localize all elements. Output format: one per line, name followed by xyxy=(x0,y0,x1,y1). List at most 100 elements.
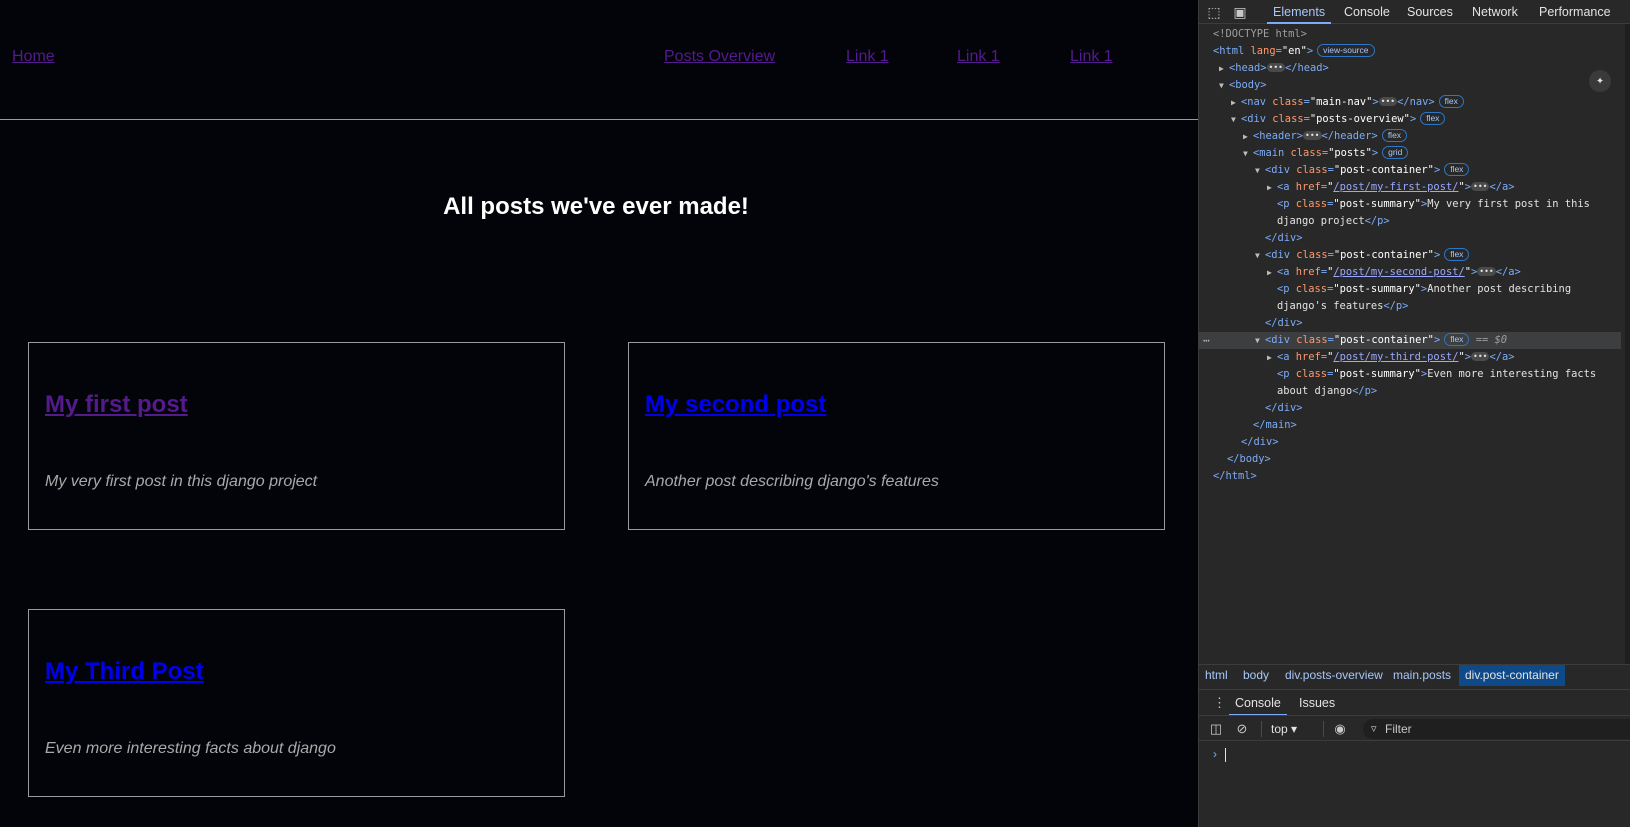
clear-console-icon[interactable]: ⊘ xyxy=(1233,720,1251,738)
breadcrumb-posts-overview[interactable]: div.posts-overview xyxy=(1279,665,1389,686)
dom-node-post-container[interactable]: ▼ <div class="post-container"> flex xyxy=(1199,247,1621,264)
eye-icon[interactable]: ◉ xyxy=(1331,720,1349,738)
expand-triangle-icon[interactable]: ▶ xyxy=(1267,179,1277,196)
attr-value: "posts" xyxy=(1328,147,1372,159)
dom-node-paragraph[interactable]: <p class="post-summary">Another post des… xyxy=(1199,281,1621,298)
drawer-tab-console[interactable]: Console xyxy=(1229,690,1287,716)
dom-text-continuation: about django</p> xyxy=(1199,383,1621,400)
breadcrumb-body[interactable]: body xyxy=(1237,665,1275,686)
ellipsis-badge[interactable]: ••• xyxy=(1303,131,1322,140)
tab-console[interactable]: Console xyxy=(1344,0,1390,24)
dom-node-anchor[interactable]: ▶ <a href="/post/my-first-post/"> ••• </a> xyxy=(1199,179,1621,196)
flex-badge[interactable]: flex xyxy=(1420,112,1446,125)
ellipsis-badge[interactable]: ••• xyxy=(1266,63,1285,72)
breadcrumb-html[interactable]: html xyxy=(1199,665,1234,686)
prompt-chevron-icon: › xyxy=(1213,747,1217,761)
collapse-triangle-icon[interactable]: ▼ xyxy=(1219,77,1229,94)
breadcrumb-main-posts[interactable]: main.posts xyxy=(1387,665,1457,686)
drawer-menu-icon[interactable]: ⋮ xyxy=(1213,690,1226,716)
view-source-badge[interactable]: view-source xyxy=(1317,44,1375,57)
flex-badge[interactable]: flex xyxy=(1444,163,1470,176)
dom-node-anchor[interactable]: ▶ <a href="/post/my-third-post/"> ••• </a> xyxy=(1199,349,1621,366)
nav-link-3[interactable]: Link 1 xyxy=(1070,48,1113,66)
expand-triangle-icon[interactable]: ▶ xyxy=(1267,264,1277,281)
nav-link-home[interactable]: Home xyxy=(12,48,55,66)
tag-p: <p xyxy=(1277,368,1290,380)
dom-node-main-close[interactable]: </main> xyxy=(1199,417,1621,434)
dom-node-paragraph[interactable]: <p class="post-summary">My very first po… xyxy=(1199,196,1621,213)
collapse-triangle-icon[interactable]: ▼ xyxy=(1231,111,1241,128)
dom-node-div-close[interactable]: </div> xyxy=(1199,400,1621,417)
dom-node-anchor[interactable]: ▶ <a href="/post/my-second-post/"> ••• </a> xyxy=(1199,264,1621,281)
filter-input[interactable] xyxy=(1385,719,1615,739)
page-viewport: Home Posts Overview Link 1 Link 1 Link 1… xyxy=(0,0,1198,827)
dom-node-post-container[interactable]: ▼ <div class="post-container"> flex xyxy=(1199,162,1621,179)
attr-name: class xyxy=(1295,198,1328,210)
dom-node-post-container-selected[interactable]: ⋯ ▼ <div class="post-container"> flex == $0 xyxy=(1199,332,1621,349)
flex-badge[interactable]: flex xyxy=(1381,129,1408,142)
drawer-tab-issues[interactable]: Issues xyxy=(1299,690,1335,716)
ellipsis-badge[interactable]: ••• xyxy=(1378,97,1398,106)
dom-node-head[interactable]: ▶ <head> ••• </head> xyxy=(1199,60,1621,77)
attr-value: "post-container" xyxy=(1333,249,1434,261)
href-link[interactable]: /post/my-first-post/ xyxy=(1333,181,1458,193)
attr-name: href xyxy=(1295,351,1321,363)
tag-head: <head> xyxy=(1229,62,1267,74)
tab-sources[interactable]: Sources xyxy=(1407,0,1453,24)
collapse-triangle-icon[interactable]: ▼ xyxy=(1255,247,1265,264)
dom-node-body-close[interactable]: </body> xyxy=(1199,451,1621,468)
dom-node-nav[interactable]: ▶ <nav class="main-nav"> ••• </nav> flex xyxy=(1199,94,1621,111)
post-title-link[interactable]: My first post xyxy=(45,391,188,419)
flex-badge[interactable]: flex xyxy=(1438,95,1464,108)
ellipsis-badge[interactable]: ••• xyxy=(1471,352,1490,361)
dom-node-html[interactable]: <html lang="en"> view-source xyxy=(1199,43,1621,60)
ellipsis-badge[interactable]: ••• xyxy=(1477,267,1496,276)
dom-node-paragraph[interactable]: <p class="post-summary">Even more intere… xyxy=(1199,366,1621,383)
more-options-icon[interactable]: ⋯ xyxy=(1203,332,1210,349)
dom-node-div-close[interactable]: </div> xyxy=(1199,434,1621,451)
context-select[interactable]: top ▾ xyxy=(1271,720,1297,738)
flex-badge[interactable]: flex xyxy=(1444,248,1470,261)
expand-triangle-icon[interactable]: ▶ xyxy=(1219,60,1229,77)
collapse-triangle-icon[interactable]: ▼ xyxy=(1255,332,1265,349)
post-title-link[interactable]: My Third Post xyxy=(45,658,204,686)
grid-badge[interactable]: grid xyxy=(1382,146,1409,159)
href-link[interactable]: /post/my-second-post/ xyxy=(1333,266,1464,278)
nav-link-posts-overview[interactable]: Posts Overview xyxy=(664,48,775,66)
tab-network[interactable]: Network xyxy=(1472,0,1518,24)
side-scrollbar[interactable] xyxy=(1625,24,1630,664)
sidebar-toggle-icon[interactable]: ◫ xyxy=(1207,720,1225,738)
tag-html-close: </html> xyxy=(1213,470,1257,482)
dom-node-body[interactable]: ▼ <body> xyxy=(1199,77,1621,94)
href-link[interactable]: /post/my-third-post/ xyxy=(1333,351,1458,363)
post-title-link[interactable]: My second post xyxy=(645,391,826,419)
tag-html: <html xyxy=(1213,45,1245,57)
flex-badge[interactable]: flex xyxy=(1444,333,1470,346)
accessibility-icon[interactable]: ✦ xyxy=(1589,70,1611,92)
expand-triangle-icon[interactable]: ▶ xyxy=(1231,94,1241,111)
dom-node-html-close[interactable]: </html> xyxy=(1199,468,1621,485)
expand-triangle-icon[interactable]: ▶ xyxy=(1243,128,1253,145)
tab-performance[interactable]: Performance xyxy=(1539,0,1611,24)
dom-node-posts-overview[interactable]: ▼ <div class="posts-overview"> flex xyxy=(1199,111,1621,128)
ellipsis-badge[interactable]: ••• xyxy=(1471,182,1490,191)
console-prompt[interactable]: › xyxy=(1199,743,1630,827)
tag-div: <div xyxy=(1241,113,1267,125)
tag-div-close: </div> xyxy=(1265,317,1303,329)
dom-node-main[interactable]: ▼ <main class="posts"> grid xyxy=(1199,145,1621,162)
text-node: django's features xyxy=(1277,300,1384,312)
text-node: django project xyxy=(1277,215,1365,227)
dom-node-doctype[interactable]: <!DOCTYPE html> xyxy=(1199,26,1621,43)
breadcrumb-post-container[interactable]: div.post-container xyxy=(1459,665,1565,686)
tab-elements[interactable]: Elements xyxy=(1266,0,1332,24)
dom-node-header[interactable]: ▶ <header> ••• </header> flex xyxy=(1199,128,1621,145)
expand-triangle-icon[interactable]: ▶ xyxy=(1267,349,1277,366)
nav-link-2[interactable]: Link 1 xyxy=(957,48,1000,66)
dom-node-div-close[interactable]: </div> xyxy=(1199,315,1621,332)
device-toolbar-icon[interactable]: ▣ xyxy=(1231,3,1249,21)
dom-node-div-close[interactable]: </div> xyxy=(1199,230,1621,247)
collapse-triangle-icon[interactable]: ▼ xyxy=(1255,162,1265,179)
collapse-triangle-icon[interactable]: ▼ xyxy=(1243,145,1253,162)
nav-link-1[interactable]: Link 1 xyxy=(846,48,889,66)
inspect-element-icon[interactable]: ⬚ xyxy=(1205,3,1223,21)
